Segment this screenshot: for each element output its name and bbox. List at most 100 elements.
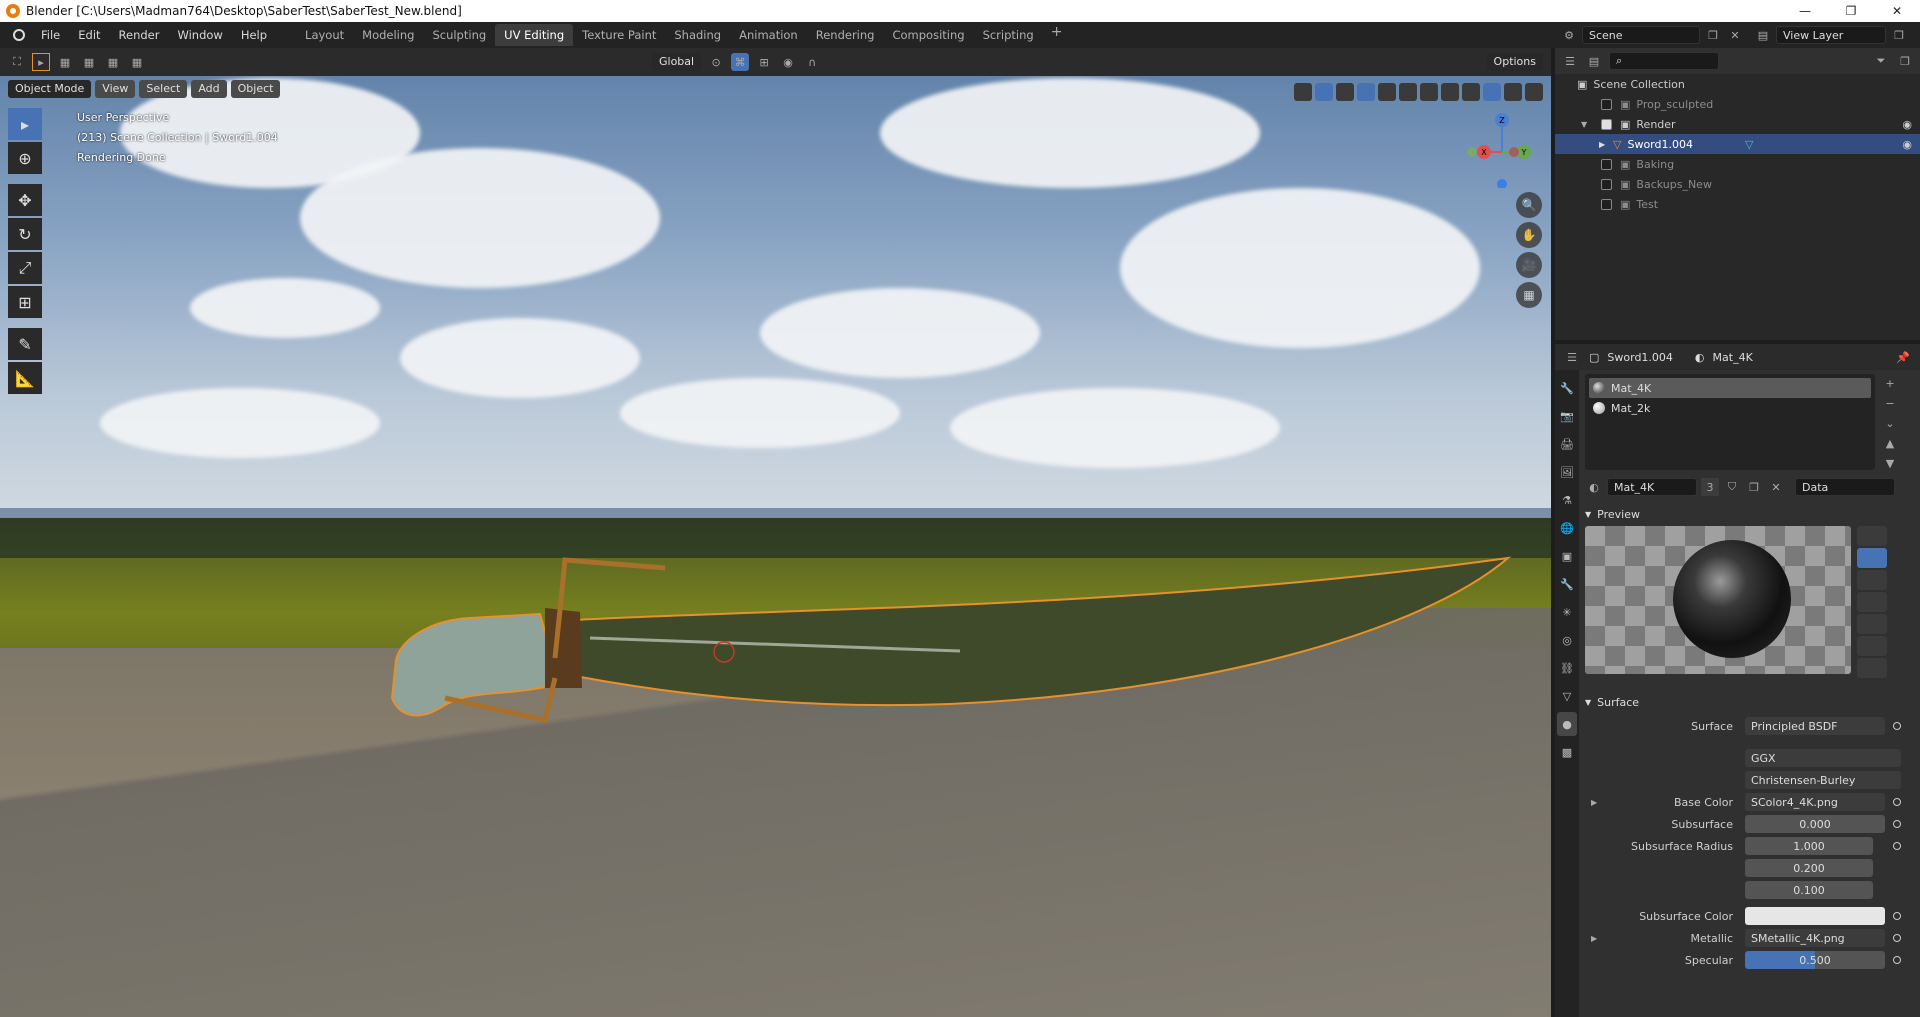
preview-hair-icon[interactable] [1857,592,1887,612]
ortho-toggle-icon[interactable]: ▦ [1516,282,1542,308]
subsurface-radius-z[interactable]: 0.100 [1745,881,1873,899]
select-tool-icon[interactable]: ▸ [32,53,50,71]
expand-icon[interactable]: ▶ [1591,798,1597,807]
tab-texture-paint[interactable]: Texture Paint [573,24,665,46]
minimize-button[interactable]: — [1782,0,1828,22]
gizmo-toggle-icon[interactable] [1315,83,1333,101]
pin-icon[interactable]: 📌 [1894,348,1912,366]
subsurface-radius-x[interactable]: 1.000 [1745,837,1873,855]
solid-shading-icon[interactable] [1441,83,1459,101]
outliner-item[interactable]: ▣ Backups_New [1555,174,1920,194]
socket-icon[interactable] [1893,798,1901,806]
menu-edit[interactable]: Edit [69,25,109,45]
snap-target-icon[interactable]: ⊞ [755,53,773,71]
rendered-shading-icon[interactable] [1483,83,1501,101]
preview-monkey-icon[interactable] [1857,614,1887,634]
pivot-point-icon[interactable]: ⊙ [707,53,725,71]
view-layer-tab-icon[interactable]: 🖼 [1557,460,1577,484]
constraints-tab-icon[interactable]: ⛓ [1557,656,1577,680]
subsurface-method-select[interactable]: Christensen-Burley [1745,771,1901,789]
select-box-tool-icon[interactable]: ▸ [8,108,42,140]
select-mode-extend-icon[interactable]: ▦ [80,53,98,71]
specular-slider[interactable]: 0.500 [1745,951,1885,969]
maximize-button[interactable]: ❐ [1828,0,1874,22]
menu-select[interactable]: Select [139,80,188,98]
output-tab-icon[interactable]: 🖨 [1557,432,1577,456]
scene-tab-icon[interactable]: ⚗ [1557,488,1577,512]
view-layer-icon[interactable]: ▤ [1754,26,1772,44]
preview-panel-header[interactable]: ▼ Preview [1585,502,1915,526]
options-button[interactable]: Options [1486,53,1543,71]
delete-scene-icon[interactable]: ✕ [1726,26,1744,44]
scale-tool-icon[interactable]: ⤢ [8,252,42,284]
sword-object[interactable] [0,48,1551,1017]
duplicate-icon[interactable]: ❐ [1745,478,1763,496]
rotate-tool-icon[interactable]: ↻ [8,218,42,250]
exclude-checkbox[interactable] [1601,198,1612,210]
object-tab-icon[interactable]: ▣ [1557,544,1577,568]
base-color-field[interactable]: SColor4_4K.png [1745,793,1885,811]
eye-icon[interactable]: ◉ [1902,138,1912,151]
camera-view-icon[interactable]: 🎥 [1516,252,1542,278]
select-mode-box-icon[interactable]: ▦ [56,53,74,71]
new-collection-icon[interactable]: ❐ [1896,52,1914,70]
display-mode-icon[interactable]: ▤ [1585,52,1603,70]
preview-flat-icon[interactable] [1857,526,1887,546]
outliner-search-input[interactable]: ⌕ [1609,52,1719,70]
transform-tool-icon[interactable]: ⊞ [8,286,42,318]
preview-cloth-icon[interactable] [1857,636,1887,656]
surface-shader-select[interactable]: Principled BSDF [1745,717,1885,735]
select-mode-invert-icon[interactable]: ▦ [128,53,146,71]
menu-render[interactable]: Render [110,25,169,45]
list-item[interactable]: Mat_2k [1589,398,1871,418]
particles-tab-icon[interactable]: ✳ [1557,600,1577,624]
cursor-tool-icon[interactable]: ⊕ [8,142,42,174]
new-scene-icon[interactable]: ❐ [1704,26,1722,44]
tab-uv-editing[interactable]: UV Editing [495,24,574,46]
transform-orientation-select[interactable]: Global [652,53,702,71]
socket-icon[interactable] [1893,842,1901,850]
blender-menu-icon[interactable] [6,25,32,45]
tab-animation[interactable]: Animation [730,24,807,46]
expand-icon[interactable]: ▶ [1599,140,1613,149]
add-workspace-button[interactable]: + [1043,24,1071,46]
data-tab-icon[interactable]: ▽ [1557,684,1577,708]
tab-layout[interactable]: Layout [296,24,353,46]
exclude-checkbox[interactable] [1601,158,1612,170]
socket-icon[interactable] [1893,956,1901,964]
measure-tool-icon[interactable]: 📐 [8,362,42,394]
add-slot-button[interactable]: + [1881,374,1899,392]
overlay-toggle-icon[interactable] [1357,83,1375,101]
close-button[interactable]: ✕ [1874,0,1920,22]
outliner-item[interactable]: ▼ ▣ Render ◉ [1555,114,1920,134]
xray-icon[interactable] [1399,83,1417,101]
socket-icon[interactable] [1893,912,1901,920]
expand-icon[interactable]: ▶ [1591,934,1597,943]
tool-tab-icon[interactable]: 🔧 [1557,376,1577,400]
fake-user-icon[interactable]: ⛉ [1723,478,1741,496]
exclude-checkbox[interactable] [1601,118,1612,130]
expand-icon[interactable]: ▼ [1581,120,1601,129]
3d-viewport[interactable]: ⛶ ▸ ▦ ▦ ▦ ▦ Global ⊙ ⌘ ⊞ ◉ ∩ Options Obj… [0,48,1551,1017]
tab-shading[interactable]: Shading [665,24,730,46]
socket-icon[interactable] [1893,820,1901,828]
shading-dropdown-icon[interactable] [1504,83,1522,101]
wireframe-shading-icon[interactable] [1420,83,1438,101]
outliner-item[interactable]: ▶ ▽ Sword1.004 ▽ ◉ [1555,134,1920,154]
socket-icon[interactable] [1893,934,1901,942]
annotate-tool-icon[interactable]: ✎ [8,328,42,360]
subsurface-color-swatch[interactable] [1745,907,1885,925]
exclude-checkbox[interactable] [1601,178,1612,190]
outliner-item[interactable]: ▣ Test [1555,194,1920,214]
snap-icon[interactable]: ⌘ [731,53,750,71]
gizmo-dropdown-icon[interactable] [1336,83,1354,101]
subsurface-radius-y[interactable]: 0.200 [1745,859,1873,877]
modifier-tab-icon[interactable]: 🔧 [1557,572,1577,596]
preview-sphere-icon[interactable] [1857,548,1887,568]
tab-sculpting[interactable]: Sculpting [423,24,495,46]
view-layer-field[interactable]: View Layer [1776,26,1886,44]
list-item[interactable]: Mat_4K [1589,378,1871,398]
material-shading-icon[interactable] [1462,83,1480,101]
menu-window[interactable]: Window [168,25,231,45]
link-select[interactable]: Data [1795,478,1895,496]
